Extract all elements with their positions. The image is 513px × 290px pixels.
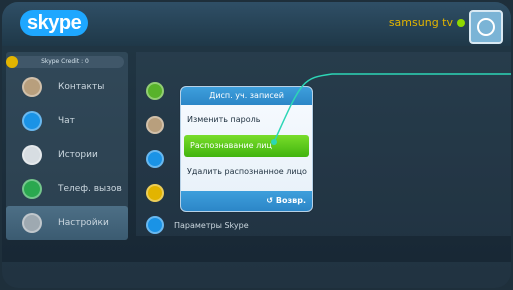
skype-icon bbox=[146, 216, 164, 234]
nav-label-call: Телеф. вызов bbox=[58, 184, 122, 194]
nav-label-contacts: Контакты bbox=[58, 82, 105, 92]
nav-item-settings[interactable]: Настройки bbox=[6, 206, 128, 240]
back-icon: ↺ bbox=[266, 196, 276, 205]
history-icon bbox=[22, 145, 42, 165]
nav-item-contacts[interactable]: Контакты bbox=[6, 70, 128, 104]
top-bar: skype samsung tv bbox=[2, 2, 511, 46]
face-icon bbox=[146, 184, 164, 202]
dialog-item-change-password[interactable]: Изменить пароль bbox=[181, 109, 312, 131]
nav-label-history: Истории bbox=[58, 150, 98, 160]
check-icon bbox=[146, 82, 164, 100]
tv-frame: skype samsung tv Skype Credit : 0 Контак… bbox=[2, 2, 511, 288]
settings-icon bbox=[22, 213, 42, 233]
call-icon bbox=[22, 179, 42, 199]
user-name: samsung tv bbox=[388, 16, 453, 29]
contacts-icon bbox=[22, 77, 42, 97]
nav-item-history[interactable]: Истории bbox=[6, 138, 128, 172]
person-icon bbox=[146, 116, 164, 134]
bottom-bar bbox=[2, 262, 511, 288]
skype-logo: skype bbox=[20, 10, 89, 36]
settings-row-label: Параметры Skype bbox=[174, 220, 249, 230]
online-status-icon bbox=[457, 19, 465, 27]
user-avatar[interactable] bbox=[469, 10, 503, 44]
avatar-icon bbox=[477, 18, 495, 36]
chat-icon bbox=[22, 111, 42, 131]
dialog-item-face-recognition[interactable]: Распознавание лиц bbox=[184, 135, 309, 157]
credit-coin-icon bbox=[6, 56, 18, 68]
dialog-title: Дисп. уч. записей bbox=[181, 87, 312, 105]
nav-item-chat[interactable]: Чат bbox=[6, 104, 128, 138]
face-recognition-icon bbox=[146, 150, 164, 168]
credit-label: Skype Credit : 0 bbox=[41, 58, 89, 65]
back-label: Возвр. bbox=[275, 196, 306, 205]
dialog-item-delete-face[interactable]: Удалить распознанное лицо bbox=[181, 161, 312, 183]
back-button[interactable]: ↺ Возвр. bbox=[181, 191, 312, 211]
nav-label-chat: Чат bbox=[58, 116, 75, 126]
account-dialog: Дисп. уч. записей Изменить пароль Распоз… bbox=[180, 86, 313, 212]
skype-credit: Skype Credit : 0 bbox=[6, 56, 124, 68]
nav-item-call[interactable]: Телеф. вызов bbox=[6, 172, 128, 206]
nav-label-settings: Настройки bbox=[58, 218, 109, 228]
settings-row-skype[interactable]: Параметры Skype bbox=[136, 208, 511, 242]
